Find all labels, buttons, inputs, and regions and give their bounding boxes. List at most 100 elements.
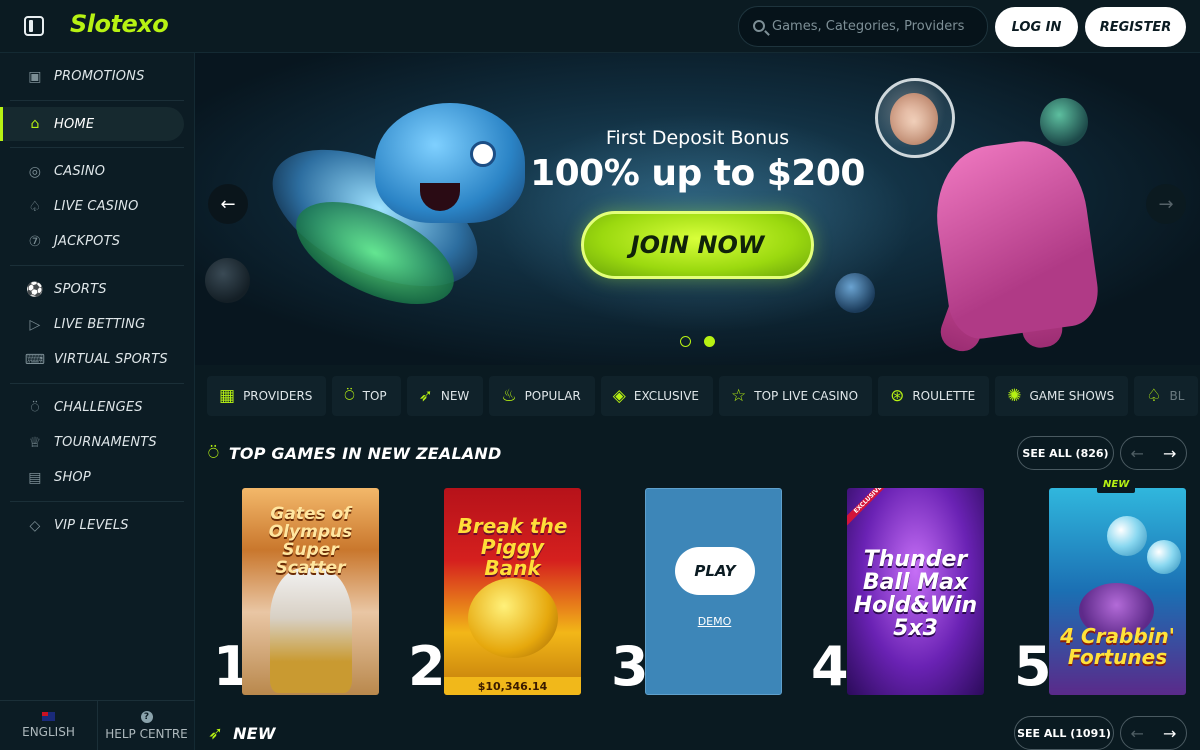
banner-pagination <box>680 336 715 347</box>
top-games-pager: ← → <box>1120 436 1187 470</box>
sidebar-item-live-casino[interactable]: ♤ LIVE CASINO <box>10 189 184 224</box>
join-now-button[interactable]: JOIN NOW <box>581 211 814 279</box>
new-badge: NEW <box>1097 479 1136 493</box>
demo-link[interactable]: DEMO <box>646 615 781 628</box>
banner-next-button[interactable]: → <box>1146 184 1186 224</box>
game-title: Thunder Ball Max Hold&Win 5x3 <box>853 547 978 642</box>
spade-icon: ♤ <box>1146 386 1162 406</box>
sidebar-item-promotions[interactable]: ▣ PROMOTIONS <box>10 59 184 94</box>
game-card[interactable]: Gates of Olympus Super Scatter <box>242 488 379 695</box>
game-card[interactable]: 4 Crabbin' Fortunes <box>1049 488 1186 695</box>
top-games-header: ⍥ TOP GAMES IN NEW ZEALAND <box>208 436 502 470</box>
home-icon: ⌂ <box>30 116 40 132</box>
category-new[interactable]: ➶ NEW <box>406 376 484 416</box>
category-label: EXCLUSIVE <box>633 389 699 403</box>
game-title: Gates of Olympus Super Scatter <box>268 504 353 578</box>
rocket-icon: ➶ <box>418 386 433 406</box>
sidebar-group: ⌂ HOME <box>0 101 184 147</box>
category-providers[interactable]: ▦ PROVIDERS <box>207 376 327 416</box>
category-label: GAME SHOWS <box>1029 389 1115 403</box>
rocket-icon: ➶ <box>208 722 224 744</box>
category-exclusive[interactable]: ◈ EXCLUSIVE <box>600 376 713 416</box>
game-card[interactable]: Break the Piggy Bank $10,346.14 <box>444 488 581 695</box>
sidebar-item-label: SHOP <box>54 470 91 485</box>
new-games-pager: ← → <box>1120 716 1187 750</box>
sidebar-item-shop[interactable]: ▤ SHOP <box>10 460 184 495</box>
language-selector[interactable]: ENGLISH <box>0 701 98 750</box>
see-all-new-button[interactable]: SEE ALL (1091) <box>1014 716 1114 750</box>
sidebar-item-virtual-sports[interactable]: ⌨ VIRTUAL SPORTS <box>10 342 184 377</box>
medal-icon: ⍥ <box>208 442 219 464</box>
category-top[interactable]: ⍥ TOP <box>332 376 401 416</box>
language-label: ENGLISH <box>22 725 75 739</box>
game-card-hovered[interactable]: PLAY DEMO <box>645 488 782 695</box>
banner-subtitle: First Deposit Bonus <box>605 127 790 149</box>
category-label: ROULETTE <box>912 389 976 403</box>
game-rank: 2 <box>408 635 446 698</box>
search-input[interactable] <box>772 7 982 46</box>
sidebar-group: ⍥ CHALLENGES ♕ TOURNAMENTS ▤ SHOP <box>10 384 184 502</box>
flame-icon: ♨ <box>501 386 517 406</box>
sidebar-item-casino[interactable]: ◎ CASINO <box>10 154 184 189</box>
sidebar-item-sports[interactable]: ⚽ SPORTS <box>10 272 184 307</box>
category-label: PROVIDERS <box>243 389 313 403</box>
category-blackjack[interactable]: ♤ BL <box>1134 376 1199 416</box>
sidebar-item-live-betting[interactable]: ▷ LIVE BETTING <box>10 307 184 342</box>
sidebar-item-challenges[interactable]: ⍥ CHALLENGES <box>10 390 184 425</box>
chip-icon: ◎ <box>28 163 42 180</box>
game-card[interactable]: EXCLUSIVE Thunder Ball Max Hold&Win 5x3 <box>847 488 984 695</box>
arrow-right-icon[interactable]: → <box>1163 444 1176 463</box>
diamond-icon: ◇ <box>29 517 41 534</box>
exclusive-tag: EXCLUSIVE <box>847 488 896 527</box>
banner-dot-1[interactable] <box>680 336 691 347</box>
arrow-left-icon[interactable]: ← <box>1131 444 1144 463</box>
sidebar-group: ◎ CASINO ♤ LIVE CASINO ⑦ JACKPOTS <box>10 147 184 266</box>
sidebar-item-label: JACKPOTS <box>54 234 121 249</box>
search-icon <box>753 20 765 32</box>
category-popular[interactable]: ♨ POPULAR <box>489 376 595 416</box>
help-centre-link[interactable]: ? HELP CENTRE <box>98 701 195 750</box>
logo[interactable]: Slotexo <box>70 10 169 38</box>
sidebar-item-tournaments[interactable]: ♕ TOURNAMENTS <box>10 425 184 460</box>
gift-icon: ▣ <box>28 68 42 85</box>
sidebar-item-home[interactable]: ⌂ HOME <box>0 107 184 141</box>
arrow-left-icon[interactable]: ← <box>1131 724 1144 743</box>
category-roulette[interactable]: ⊛ ROULETTE <box>878 376 990 416</box>
sidebar-item-jackpots[interactable]: ⑦ JACKPOTS <box>10 224 184 259</box>
category-label: POPULAR <box>524 389 581 403</box>
category-label: TOP LIVE CASINO <box>754 389 859 403</box>
promo-banner[interactable]: First Deposit Bonus 100% up to $200 JOIN… <box>195 53 1200 365</box>
game-rank: 3 <box>611 635 649 698</box>
login-button[interactable]: LOG IN <box>995 7 1078 47</box>
sidebar-item-label: SPORTS <box>54 282 107 297</box>
sidebar-item-label: VIRTUAL SPORTS <box>54 352 168 367</box>
sidebar-group: ⚽ SPORTS ▷ LIVE BETTING ⌨ VIRTUAL SPORTS <box>10 266 184 384</box>
category-top-live-casino[interactable]: ☆ TOP LIVE CASINO <box>719 376 873 416</box>
banner-prev-button[interactable]: ← <box>208 184 248 224</box>
game-title: 4 Crabbin' Fortunes <box>1060 624 1175 669</box>
category-strip: ▦ PROVIDERS ⍥ TOP ➶ NEW ♨ POPULAR ◈ EXCLUSIVE… <box>207 376 1200 416</box>
planet-decoration <box>205 258 250 303</box>
banner-dot-2[interactable] <box>704 336 715 347</box>
sidebar-item-label: LIVE CASINO <box>54 199 139 214</box>
sidebar-toggle-icon[interactable] <box>24 16 44 36</box>
play-icon: ▷ <box>29 316 41 333</box>
play-button[interactable]: PLAY <box>675 547 755 595</box>
search-box[interactable] <box>738 6 988 47</box>
banner-title: 100% up to $200 <box>530 153 865 194</box>
sidebar-item-label: LIVE BETTING <box>54 317 146 332</box>
sidebar-item-label: VIP LEVELS <box>54 518 129 533</box>
see-all-top-games-button[interactable]: SEE ALL (826) <box>1017 436 1114 470</box>
seven-icon: ⑦ <box>28 233 42 250</box>
section-title: NEW <box>233 723 276 743</box>
football-icon: ⚽ <box>26 281 44 298</box>
sidebar-item-vip-levels[interactable]: ◇ VIP LEVELS <box>10 508 184 543</box>
arrow-right-icon[interactable]: → <box>1163 724 1176 743</box>
spade-icon: ♤ <box>28 198 42 215</box>
top-bar: Slotexo LOG IN REGISTER <box>0 0 1200 53</box>
category-game-shows[interactable]: ✺ GAME SHOWS <box>995 376 1129 416</box>
register-button[interactable]: REGISTER <box>1085 7 1186 47</box>
sidebar-group: ◇ VIP LEVELS <box>10 502 184 549</box>
bubble-decoration <box>1147 540 1181 574</box>
sidebar-item-label: HOME <box>54 116 95 132</box>
